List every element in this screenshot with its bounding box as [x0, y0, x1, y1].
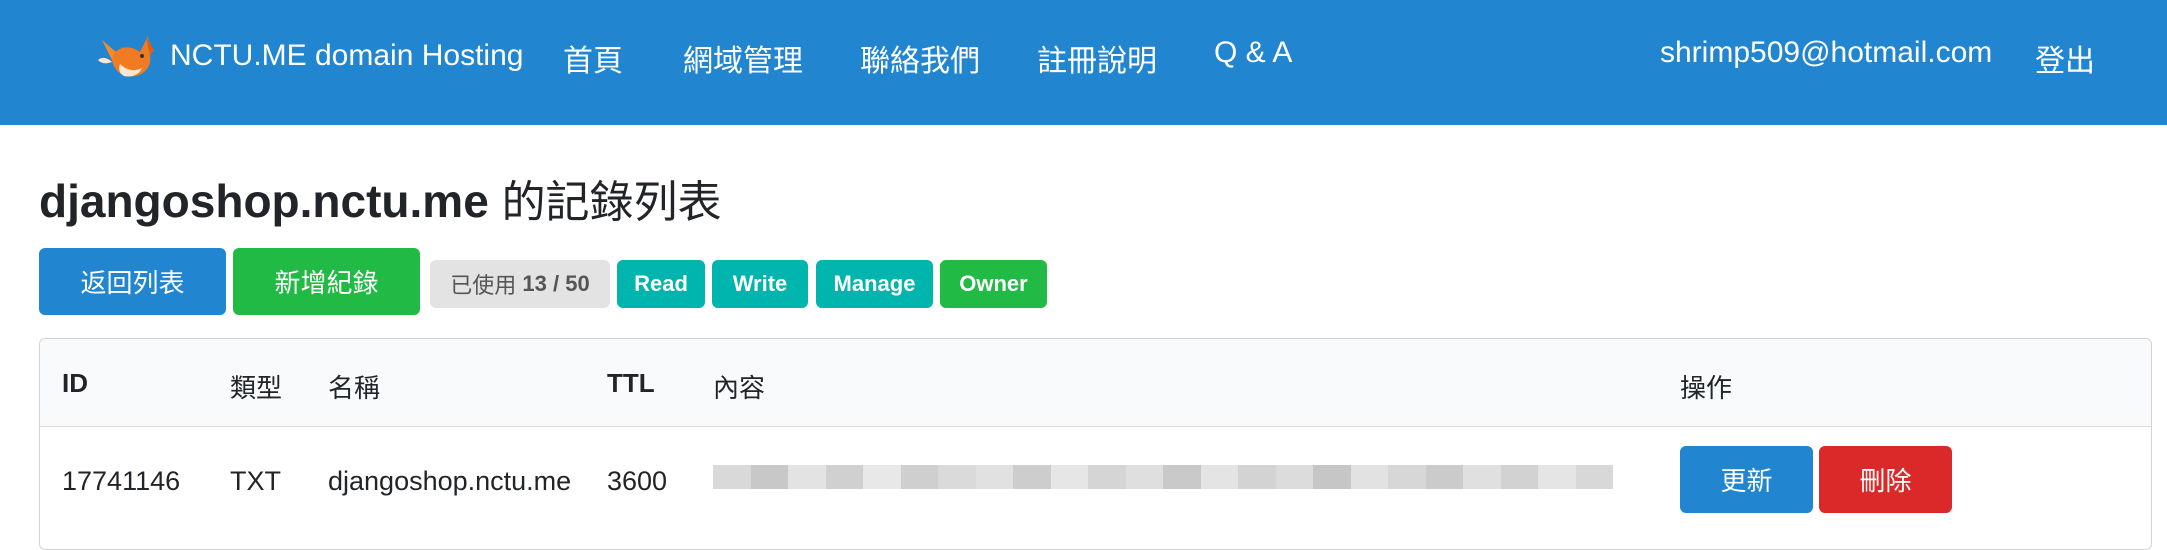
header-content: 內容	[713, 373, 766, 403]
header-id: ID	[62, 368, 88, 398]
usage-prefix: 已使用	[450, 273, 517, 298]
nav-registration-guide[interactable]: 註冊說明	[1037, 36, 1157, 80]
redacted-content-cell	[713, 465, 1613, 489]
usage-badge: 已使用 13 / 50	[430, 260, 610, 308]
nav-qa[interactable]: Q & A	[1214, 36, 1292, 70]
permission-write-badge: Write	[712, 260, 808, 308]
brand-name: NCTU.ME domain Hosting	[170, 39, 524, 72]
nav-domain-management[interactable]: 網域管理	[683, 36, 803, 80]
user-email[interactable]: shrimp509@hotmail.com	[1660, 36, 1992, 70]
nav-home[interactable]: 首頁	[563, 36, 623, 80]
cell-ttl: 3600	[607, 466, 668, 496]
header-actions: 操作	[1680, 373, 1733, 403]
nav-contact[interactable]: 聯絡我們	[860, 36, 980, 80]
brand[interactable]: NCTU.ME domain Hosting	[96, 30, 523, 82]
records-table: ID 類型 名稱 TTL 內容 操作 17741146 TXT djangosh…	[39, 338, 2152, 550]
back-to-list-button[interactable]: 返回列表	[39, 248, 226, 315]
page-title: djangoshop.nctu.me 的記錄列表	[39, 166, 722, 230]
domain-name: djangoshop.nctu.me	[39, 175, 489, 227]
usage-value: 13 / 50	[522, 271, 590, 296]
title-suffix: 的記錄列表	[501, 177, 722, 228]
cell-name: djangoshop.nctu.me	[328, 466, 572, 496]
header-ttl: TTL	[607, 368, 655, 398]
top-navbar: NCTU.ME domain Hosting 首頁 網域管理 聯絡我們 註冊說明…	[0, 0, 2167, 125]
add-record-button[interactable]: 新增紀錄	[233, 248, 420, 315]
header-type: 類型	[230, 373, 283, 403]
permission-manage-badge: Manage	[816, 260, 933, 308]
update-record-button[interactable]: 更新	[1680, 446, 1813, 513]
header-name: 名稱	[328, 373, 381, 403]
permission-owner-badge: Owner	[940, 260, 1047, 308]
cell-id: 17741146	[62, 466, 181, 496]
permission-read-badge: Read	[617, 260, 705, 308]
logout-link[interactable]: 登出	[2035, 36, 2095, 80]
fox-logo-icon	[98, 36, 154, 77]
cell-type: TXT	[230, 466, 281, 496]
delete-record-button[interactable]: 刪除	[1819, 446, 1952, 513]
